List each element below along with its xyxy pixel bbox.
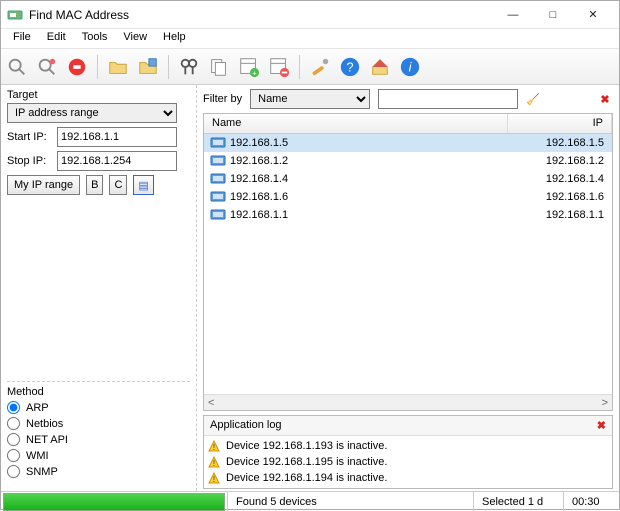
scan-icon[interactable]: [3, 53, 31, 81]
open-icon[interactable]: [104, 53, 132, 81]
menu-help[interactable]: Help: [155, 29, 194, 48]
row-ip: 192.168.1.2: [508, 155, 612, 167]
class-b-button[interactable]: B: [86, 175, 103, 195]
row-ip: 192.168.1.6: [508, 191, 612, 203]
filter-value-input[interactable]: [378, 89, 518, 109]
target-label: Target: [7, 89, 190, 101]
start-ip-input[interactable]: [57, 127, 177, 147]
table-row[interactable]: 192.168.1.6192.168.1.6: [204, 188, 612, 206]
close-log-icon[interactable]: ✖: [597, 419, 606, 432]
window-title: Find MAC Address: [29, 8, 493, 22]
table-row[interactable]: 192.168.1.1192.168.1.1: [204, 206, 612, 224]
method-option-wmi[interactable]: WMI: [7, 449, 190, 462]
progress-bar: [3, 493, 225, 511]
status-found: Found 5 devices: [227, 492, 473, 511]
log-line: !Device 192.168.1.193 is inactive.: [208, 438, 608, 454]
svg-text:!: !: [213, 459, 215, 468]
column-ip[interactable]: IP: [508, 114, 612, 133]
find-icon[interactable]: [175, 53, 203, 81]
settings-icon[interactable]: [306, 53, 334, 81]
right-panel: Filter by Name 🧹 ✖ Name IP 192.168.1.519…: [197, 85, 619, 491]
clear-filter-icon[interactable]: 🧹: [526, 93, 540, 106]
row-ip: 192.168.1.1: [508, 209, 612, 221]
status-bar: Found 5 devices Selected 1 d 00:30: [1, 491, 619, 511]
info-icon[interactable]: i: [396, 53, 424, 81]
svg-text:?: ?: [346, 59, 353, 74]
menu-tools[interactable]: Tools: [74, 29, 116, 48]
method-group: Method ARP Netbios NET API WMI SNMP: [7, 381, 190, 481]
log-label: Application log: [210, 419, 282, 432]
add-column-icon[interactable]: +: [235, 53, 263, 81]
stop-ip-label: Stop IP:: [7, 155, 51, 167]
table-row[interactable]: 192.168.1.2192.168.1.2: [204, 152, 612, 170]
list-header: Name IP: [204, 114, 612, 134]
status-selected: Selected 1 d: [473, 492, 563, 511]
row-name: 192.168.1.1: [230, 209, 508, 221]
app-icon: [7, 7, 23, 23]
horizontal-scrollbar[interactable]: <>: [204, 394, 612, 410]
remove-column-icon[interactable]: [265, 53, 293, 81]
menu-file[interactable]: File: [5, 29, 39, 48]
minimize-button[interactable]: —: [493, 1, 533, 29]
copy-icon[interactable]: [205, 53, 233, 81]
close-filter-icon[interactable]: ✖: [597, 93, 613, 106]
help-icon[interactable]: ?: [336, 53, 364, 81]
home-icon[interactable]: [366, 53, 394, 81]
log-panel: Application log ✖ !Device 192.168.1.193 …: [203, 415, 613, 489]
column-name[interactable]: Name: [204, 114, 508, 133]
method-option-net-api[interactable]: NET API: [7, 433, 190, 446]
ip-list-icon[interactable]: ▤: [133, 175, 153, 195]
stop-icon[interactable]: [63, 53, 91, 81]
maximize-button[interactable]: □: [533, 1, 573, 29]
row-ip: 192.168.1.5: [508, 137, 612, 149]
scan-selected-icon[interactable]: [33, 53, 61, 81]
method-option-netbios[interactable]: Netbios: [7, 417, 190, 430]
filter-label: Filter by: [203, 93, 242, 105]
results-list: Name IP 192.168.1.5192.168.1.5192.168.1.…: [203, 113, 613, 411]
row-name: 192.168.1.4: [230, 173, 508, 185]
titlebar: Find MAC Address — □ ✕: [1, 1, 619, 29]
target-mode-select[interactable]: IP address range: [7, 103, 177, 123]
row-name: 192.168.1.5: [230, 137, 508, 149]
menu-edit[interactable]: Edit: [39, 29, 74, 48]
menubar: File Edit Tools View Help: [1, 29, 619, 49]
left-panel: Target IP address range Start IP: Stop I…: [1, 85, 197, 491]
class-c-button[interactable]: C: [109, 175, 127, 195]
toolbar: + ? i: [1, 49, 619, 85]
start-ip-label: Start IP:: [7, 131, 51, 143]
log-line: !Device 192.168.1.194 is inactive.: [208, 470, 608, 486]
menu-view[interactable]: View: [115, 29, 155, 48]
status-time: 00:30: [563, 492, 619, 511]
svg-text:!: !: [213, 475, 215, 484]
filter-field-select[interactable]: Name: [250, 89, 370, 109]
my-ip-range-button[interactable]: My IP range: [7, 175, 80, 195]
close-button[interactable]: ✕: [573, 1, 613, 29]
table-row[interactable]: 192.168.1.4192.168.1.4: [204, 170, 612, 188]
stop-ip-input[interactable]: [57, 151, 177, 171]
row-name: 192.168.1.6: [230, 191, 508, 203]
table-row[interactable]: 192.168.1.5192.168.1.5: [204, 134, 612, 152]
row-name: 192.168.1.2: [230, 155, 508, 167]
target-group: Target IP address range Start IP: Stop I…: [7, 89, 190, 199]
save-icon[interactable]: [134, 53, 162, 81]
filter-bar: Filter by Name 🧹 ✖: [197, 85, 619, 113]
method-option-snmp[interactable]: SNMP: [7, 465, 190, 478]
method-option-arp[interactable]: ARP: [7, 401, 190, 414]
svg-text:!: !: [213, 443, 215, 452]
method-label: Method: [7, 386, 190, 398]
svg-text:+: +: [252, 68, 256, 77]
log-line: !Device 192.168.1.195 is inactive.: [208, 454, 608, 470]
row-ip: 192.168.1.4: [508, 173, 612, 185]
